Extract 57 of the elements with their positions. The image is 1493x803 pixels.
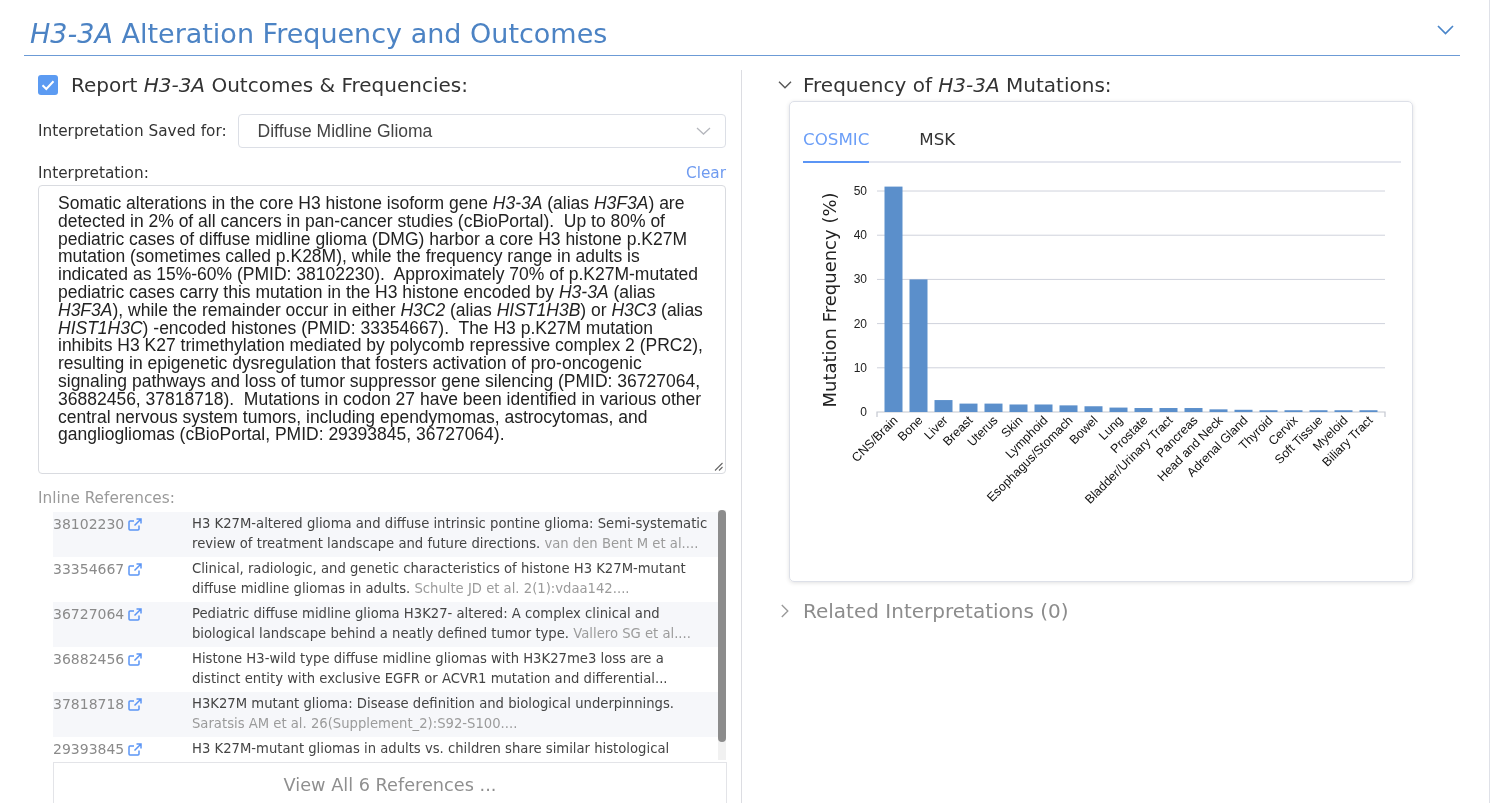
- field-label: Interpretation:: [38, 164, 149, 182]
- tick-label: 0: [860, 405, 867, 419]
- bar: [959, 403, 978, 412]
- bar: [934, 400, 953, 412]
- bar: [1059, 405, 1078, 412]
- axis-title: Mutation Frequency (%): [818, 192, 840, 408]
- checkbox-label: Report H3-3A Outcomes & Frequencies:: [71, 73, 468, 97]
- section-label: Inline References:: [38, 488, 176, 508]
- chevron-right-icon[interactable]: [781, 604, 789, 618]
- tab[interactable]: MSK: [919, 118, 956, 163]
- chevron-down-icon: [696, 127, 711, 135]
- pmid-link[interactable]: 33354667: [53, 559, 143, 579]
- panel-title[interactable]: Frequency of H3-3A Mutations:: [803, 73, 1112, 97]
- interpretation-field[interactable]: Somatic alterations in the core H3 histone isoform gene H3-3A (alias H3F3A) are detected in 2% of all cancers in pan-cancer studies (cBioPortal). Up to 80% of pediatric cases of diffuse midline glioma (DMG) harbor a core H3 histone p.K27M mutation (sometimes called p.K28M), while the frequency range in adults is indicated as 15%-60% (PMID: 38102230). Approximately 70% of p.K27M-mutated pediatric cases carry this mutation in the H3 histone encoded by H3-3A (alias H3F3A), while the remainder occur in either H3C2 (alias HIST1H3B) or H3C3 (alias HIST1H3C) -encoded histones (PMID: 33354667). The H3 p.K27M mutation inhibits H3 K27 trimethylation mediated by polycomb repressive complex 2 (PRC2), resulting in epigenetic dysregulation that fosters activation of pro-oncogenic signaling pathways and loss of tumor suppressor gene silencing (PMID: 36727064, 36882456, 37818718). Mutations in codon 27 have been identified in various other central nervous system tumors, including ependymomas, astrocytomas, and gangliogliomas (cBioPortal, PMID: 29393845, 36727064).: [38, 185, 726, 474]
- bar: [1084, 406, 1103, 412]
- chevron-down-icon[interactable]: [778, 81, 792, 89]
- checkbox[interactable]: [38, 75, 58, 95]
- view-all-button[interactable]: View All 6 References ...: [53, 762, 727, 803]
- dropdown[interactable]: Diffuse Midline Glioma: [237, 114, 726, 148]
- external-link-icon: [128, 562, 143, 576]
- bar: [1184, 408, 1203, 412]
- reference-text: Pediatric diffuse midline glioma H3K27- altered: A complex clinical and biological landscape behind a neatly defined tumor type. Vallero SG et al....: [192, 605, 692, 643]
- tick-label: 20: [853, 316, 867, 331]
- chevron-down-icon[interactable]: [1437, 25, 1454, 35]
- external-link-icon: [128, 742, 143, 756]
- external-link-icon: [128, 652, 143, 666]
- reference-text: H3 K27M-mutant gliomas in adults vs. children share similar histological: [192, 740, 671, 758]
- external-link-icon: [128, 607, 143, 621]
- bar: [1009, 404, 1028, 412]
- panel-title[interactable]: Related Interpretations (0): [803, 599, 1069, 623]
- bar: [1134, 408, 1153, 412]
- external-link-icon: [128, 697, 143, 711]
- section-title: H3-3A Alteration Frequency and Outcomes: [30, 17, 608, 51]
- tab[interactable]: COSMIC: [803, 118, 870, 163]
- bar: [1234, 409, 1253, 412]
- field-label: Interpretation Saved for:: [38, 122, 227, 140]
- pmid-link[interactable]: 37818718: [53, 694, 143, 714]
- bar: [1109, 407, 1128, 412]
- bar: [984, 403, 1003, 412]
- reference-text: H3K27M mutant glioma: Disease definition and biological underpinnings. Saratsis AM et al. 26(Supplement_2):S92-S100....: [192, 695, 676, 733]
- reference-text: H3 K27M-altered glioma and diffuse intrinsic pontine glioma: Semi-systematic review of treatment landscape and future directions. van den Bent M et al....: [192, 515, 709, 553]
- tick-label: 10: [853, 360, 867, 375]
- bar: [1209, 409, 1228, 412]
- reference-text: Histone H3-wild type diffuse midline gliomas with H3K27me3 loss are a distinct entity with exclusive EGFR or ACVR1 mutation and differential...: [192, 650, 669, 688]
- tick-label: 40: [853, 228, 867, 243]
- pmid-link[interactable]: 36882456: [53, 649, 143, 669]
- pmid-link[interactable]: 29393845: [53, 739, 143, 759]
- external-link-icon: [128, 517, 143, 531]
- tick-label: 30: [853, 272, 867, 287]
- pmid-link[interactable]: 36727064: [53, 604, 143, 624]
- bar: [1159, 408, 1178, 412]
- reference-text: Clinical, radiologic, and genetic characteristics of histone H3 K27M-mutant diffuse midline gliomas in adults. Schulte JD et al. 2(1):vdaa142....: [192, 560, 687, 598]
- bar: [1034, 404, 1053, 412]
- tick-label: 50: [853, 184, 867, 198]
- clear-link[interactable]: Clear: [686, 164, 726, 182]
- pmid-link[interactable]: 38102230: [53, 514, 143, 534]
- resize-handle-icon[interactable]: [714, 462, 723, 471]
